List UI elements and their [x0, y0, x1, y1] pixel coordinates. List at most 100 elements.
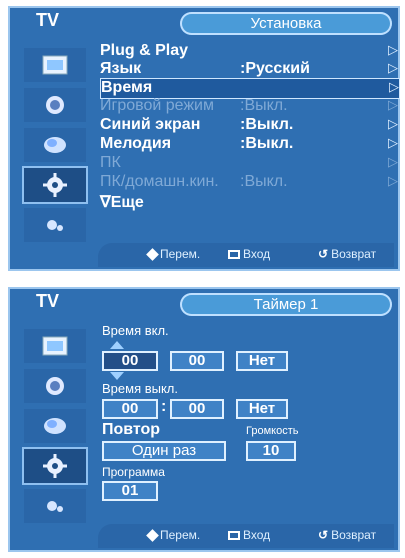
arrow-right-icon: ▷ [388, 173, 398, 188]
picture-icon [42, 55, 68, 75]
menu-item-label: Время [101, 79, 153, 96]
channel-icon [44, 418, 66, 434]
enter-icon [228, 249, 240, 259]
sidebar-item-channel[interactable] [24, 409, 86, 443]
tv-label: TV [36, 291, 60, 311]
menu-item-game-mode[interactable]: Игровой режим :Выкл. ▷ [100, 97, 400, 117]
diamond-nav-icon [146, 247, 159, 261]
setup-icon [43, 454, 67, 478]
sound-icon [46, 377, 64, 395]
menu-item-pc-home-theater[interactable]: ПК/домашн.кин. :Выкл. ▷ [100, 173, 400, 193]
enter-icon [228, 530, 240, 540]
menu-title-tab: Установка [180, 12, 392, 35]
on-hour-field[interactable]: 00 [102, 351, 158, 371]
program-label: Программа [102, 465, 165, 479]
sidebar-item-setup[interactable] [22, 447, 88, 485]
help-move: Перем. [146, 247, 201, 261]
sidebar-item-picture[interactable] [24, 329, 86, 363]
arrow-right-icon: ▷ [388, 116, 398, 131]
sidebar-item-setup[interactable] [22, 166, 88, 204]
menu-item-value: :Выкл. [240, 116, 294, 133]
help-enter: Вход [228, 528, 270, 542]
menu-title-tab: Таймер 1 [180, 293, 392, 316]
sidebar-item-sound[interactable] [24, 88, 86, 122]
arrow-up-icon[interactable] [110, 341, 124, 349]
menu-item-label: Язык [100, 60, 142, 77]
help-move-label: Перем. [160, 528, 201, 542]
arrow-right-icon: ▷ [388, 42, 398, 57]
repeat-field[interactable]: Один раз [102, 441, 226, 461]
menu-item-melody[interactable]: Мелодия :Выкл. ▷ [100, 135, 400, 155]
menu-item-value: :Русский [240, 60, 310, 77]
menu-item-label: Plug & Play [100, 42, 189, 59]
help-bar: Перем. Вход ↺ Возврат [98, 524, 394, 548]
menu-item-plug-play[interactable]: Plug & Play ▷ [100, 42, 400, 62]
sidebar-item-channel[interactable] [24, 128, 86, 162]
input-icon [47, 220, 63, 231]
diamond-nav-icon [146, 528, 159, 542]
sidebar [20, 319, 98, 525]
on-minute-field[interactable]: 00 [170, 351, 224, 371]
help-move: Перем. [146, 528, 201, 542]
off-time-label: Время выкл. [102, 381, 179, 396]
return-icon: ↺ [318, 528, 329, 542]
tv-label: TV [36, 10, 60, 30]
sidebar-item-picture[interactable] [24, 48, 86, 82]
off-hour-field[interactable]: 00 [102, 399, 158, 419]
menu-item-blue-screen[interactable]: Синий экран :Выкл. ▷ [100, 116, 400, 136]
on-time-label: Время вкл. [102, 323, 169, 338]
arrow-right-icon: ▷ [388, 60, 398, 75]
timer-panel: TV Таймер 1 Время вкл. 00 00 Нет Время в… [8, 287, 400, 552]
title-bar: TV Таймер 1 [10, 289, 398, 319]
help-bar: Перем. Вход ↺ Возврат [98, 243, 394, 267]
arrow-right-icon: ▷ [388, 154, 398, 169]
menu-title: Таймер 1 [253, 296, 319, 313]
volume-field[interactable]: 10 [246, 441, 296, 461]
volume-label: Громкость [246, 425, 299, 437]
menu-item-label: ПК [100, 154, 121, 171]
menu-item-language[interactable]: Язык :Русский ▷ [100, 60, 400, 80]
arrow-right-icon: ▷ [388, 135, 398, 150]
program-field[interactable]: 01 [102, 481, 158, 501]
menu-item-label: Игровой режим [100, 97, 214, 114]
menu-item-label: Синий экран [100, 116, 201, 133]
arrow-right-icon: ▷ [388, 97, 398, 112]
setup-menu-panel: TV Установка Plug & Play ▷ Язык :Русский… [8, 6, 400, 271]
menu-item-more[interactable]: ∇Еще [100, 192, 400, 212]
help-enter-label: Вход [243, 528, 271, 542]
repeat-label: Повтор [102, 421, 161, 438]
return-icon: ↺ [318, 247, 329, 261]
menu-item-label: Мелодия [100, 135, 172, 152]
menu-item-time[interactable]: Время ▷ [100, 78, 400, 99]
off-minute-field[interactable]: 00 [170, 399, 224, 419]
arrow-down-icon[interactable] [110, 372, 124, 380]
help-enter: Вход [228, 247, 270, 261]
channel-icon [44, 137, 66, 153]
menu-item-value: :Выкл. [240, 97, 288, 114]
help-return-label: Возврат [331, 528, 377, 542]
help-return-label: Возврат [331, 247, 377, 261]
sidebar [20, 38, 98, 244]
help-move-label: Перем. [160, 247, 201, 261]
sound-icon [46, 96, 64, 114]
input-icon [47, 501, 63, 512]
menu-item-label: ПК/домашн.кин. [100, 173, 219, 190]
time-colon: : [161, 398, 167, 415]
off-state-field[interactable]: Нет [236, 399, 288, 419]
picture-icon [42, 336, 68, 356]
menu-item-label: ∇Еще [100, 194, 144, 211]
menu-item-value: :Выкл. [240, 173, 288, 190]
on-state-field[interactable]: Нет [236, 351, 288, 371]
sidebar-item-sound[interactable] [24, 369, 86, 403]
arrow-right-icon: ▷ [389, 79, 399, 94]
title-bar: TV Установка [10, 8, 398, 38]
timer-form: Время вкл. 00 00 Нет Время выкл. 00 : 00… [100, 319, 396, 525]
sidebar-item-input[interactable] [24, 208, 86, 242]
sidebar-item-input[interactable] [24, 489, 86, 523]
menu-item-value: :Выкл. [240, 135, 294, 152]
menu-item-pc[interactable]: ПК ▷ [100, 154, 400, 174]
setup-icon [43, 173, 67, 197]
help-enter-label: Вход [243, 247, 271, 261]
help-return: ↺ Возврат [318, 247, 376, 261]
menu-title: Установка [250, 15, 322, 32]
